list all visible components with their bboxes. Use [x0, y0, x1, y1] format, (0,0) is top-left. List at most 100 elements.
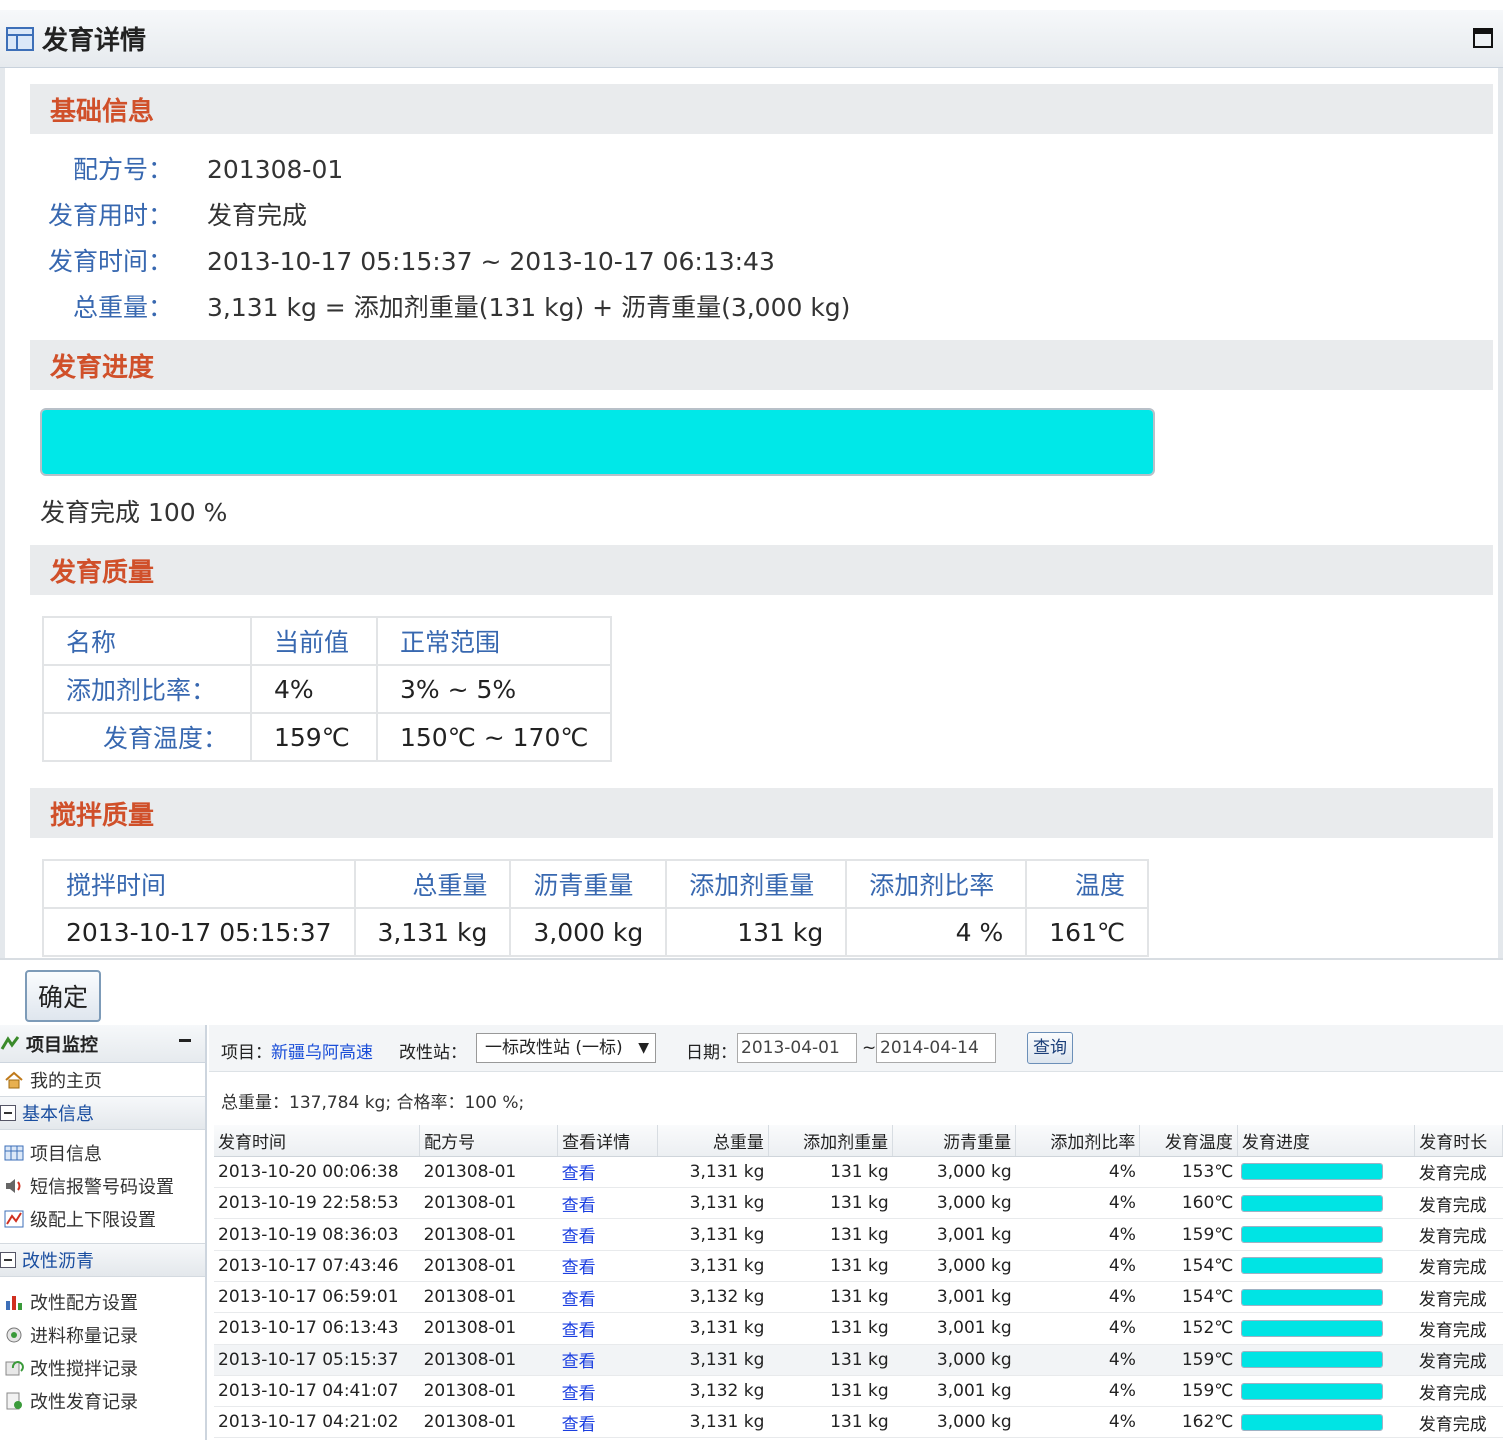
info-value: 201308-01 [207, 155, 344, 184]
row-progress-fill [1242, 1352, 1383, 1368]
view-detail-link[interactable]: 查看 [562, 1352, 596, 1372]
dialog-body: 基础信息 配方号： 201308-01 发育用时： 发育完成 发育时间： 201… [0, 68, 1503, 958]
collapse-icon[interactable] [179, 1039, 191, 1042]
table-cell: 131 kg [768, 1406, 893, 1439]
table-cell: 160℃ [1139, 1187, 1238, 1220]
section-basic-title: 基础信息 [50, 96, 155, 127]
table-row[interactable]: 2013-10-17 06:13:43 201308-01 查看 3,131 kg 13… [214, 1312, 1503, 1345]
column-header[interactable]: 发育温度 [1139, 1125, 1238, 1157]
table-header-cell: 总重量 [353, 859, 512, 909]
filter-toolbar: 项目： 新疆乌阿高速 改性站： 一标改性站 (一标) ▼ 日期： 2013-04… [209, 1025, 1503, 1072]
sidebar-group-modified-asphalt[interactable]: 改性沥青 [0, 1243, 205, 1277]
project-link[interactable]: 新疆乌阿高速 [271, 1038, 373, 1063]
table-cell: 2013-10-17 07:43:46 [214, 1250, 420, 1282]
table-cell: 2013-10-17 05:15:37 [214, 1344, 420, 1376]
date-from-input[interactable]: 2013-04-01 [737, 1033, 857, 1063]
table-row[interactable]: 2013-10-19 08:36:03 201308-01 查看 3,131 kg 13… [214, 1218, 1503, 1251]
maximize-icon[interactable] [1473, 28, 1493, 48]
sidebar-item-development-records[interactable]: 改性发育记录 [0, 1384, 205, 1417]
table-row[interactable]: 2013-10-19 22:58:53 201308-01 查看 3,131 kg 13… [214, 1187, 1503, 1220]
column-header[interactable]: 沥青重量 [892, 1125, 1017, 1157]
sidebar-group-label: 基本信息 [22, 1104, 94, 1125]
sidebar-item-project-info[interactable]: 项目信息 [0, 1136, 205, 1169]
table-row[interactable]: 2013-10-17 04:41:07 201308-01 查看 3,132 kg 13… [214, 1375, 1503, 1408]
view-detail-link[interactable]: 查看 [562, 1290, 596, 1310]
table-cell: 3,131 kg [657, 1218, 769, 1251]
row-progress-fill [1242, 1289, 1383, 1305]
scale-icon [4, 1326, 24, 1344]
view-cell: 查看 [557, 1281, 658, 1314]
table-cell: 3,001 kg [892, 1375, 1016, 1408]
progress-fill [42, 410, 1153, 474]
column-header[interactable]: 总重量 [657, 1125, 769, 1157]
column-header[interactable]: 发育进度 [1237, 1125, 1416, 1157]
sidebar-group-basic[interactable]: 基本信息 [0, 1096, 205, 1130]
view-detail-link[interactable]: 查看 [562, 1258, 596, 1278]
table-cell: 131 kg [768, 1218, 893, 1251]
station-select-value: 一标改性站 (一标) [485, 1038, 623, 1058]
view-detail-link[interactable]: 查看 [562, 1384, 596, 1404]
table-cell: 201308-01 [419, 1187, 558, 1220]
ok-button[interactable]: 确定 [25, 970, 101, 1022]
column-header[interactable]: 发育时长 [1414, 1125, 1503, 1157]
row-progress-bar [1241, 1226, 1384, 1244]
table-header-row: 搅拌时间 总重量 沥青重量 添加剂重量 添加剂比率 温度 [42, 859, 1150, 909]
view-detail-link[interactable]: 查看 [562, 1415, 596, 1435]
date-to-input[interactable]: 2014-04-14 [876, 1033, 996, 1063]
table-cell: 发育温度： [42, 712, 252, 762]
collapse-box-icon [0, 1252, 16, 1268]
table-cell: 3,131 kg [657, 1406, 769, 1439]
progress-cell [1237, 1406, 1415, 1439]
table-cell: 2013-10-17 06:59:01 [214, 1281, 420, 1314]
table-row[interactable]: 2013-10-17 05:15:37 201308-01 查看 3,131 kg 13… [214, 1344, 1503, 1376]
view-detail-link[interactable]: 查看 [562, 1164, 596, 1184]
column-header[interactable]: 添加剂重量 [768, 1125, 894, 1157]
row-progress-bar [1241, 1194, 1384, 1212]
table-cell: 3,000 kg [892, 1156, 1016, 1189]
column-header[interactable]: 添加剂比率 [1015, 1125, 1141, 1157]
dropdown-arrow-icon: ▼ [638, 1040, 649, 1056]
sidebar-item-formula-settings[interactable]: 改性配方设置 [0, 1285, 205, 1318]
station-select[interactable]: 一标改性站 (一标) ▼ [476, 1033, 656, 1063]
view-cell: 查看 [557, 1344, 658, 1376]
view-detail-link[interactable]: 查看 [562, 1321, 596, 1341]
table-cell: 201308-01 [419, 1312, 558, 1345]
quality-table: 名称 当前值 正常范围 添加剂比率： 4% 3% ~ 5% 发育温度： 159℃… [42, 616, 613, 762]
table-row[interactable]: 2013-10-20 00:06:38 201308-01 查看 3,131 kg 13… [214, 1156, 1503, 1189]
table-row[interactable]: 2013-10-17 07:43:46 201308-01 查看 3,131 kg 13… [214, 1250, 1503, 1282]
table-cell: 发育完成 [1414, 1156, 1503, 1189]
row-progress-bar [1241, 1382, 1384, 1400]
sidebar-item-sms-alarm[interactable]: 短信报警号码设置 [0, 1169, 205, 1202]
table-cell: 4% [1015, 1218, 1140, 1251]
table-cell: 153℃ [1139, 1156, 1238, 1189]
table-icon [6, 26, 34, 51]
sidebar-item-grading-limits[interactable]: 级配上下限设置 [0, 1202, 205, 1235]
table-cell: 131 kg [768, 1250, 893, 1282]
table-row[interactable]: 2013-10-17 04:21:02 201308-01 查看 3,131 kg 13… [214, 1406, 1503, 1439]
table-cell: 3,131 kg [657, 1156, 769, 1189]
column-header[interactable]: 配方号 [419, 1125, 559, 1157]
table-header-row: 发育时间 配方号 查看详情 总重量 添加剂重量 沥青重量 添加剂比率 发育温度 … [214, 1125, 1503, 1157]
table-cell: 3,131 kg [353, 907, 512, 957]
date-separator: ~ [862, 1038, 877, 1058]
table-header-row: 名称 当前值 正常范围 [42, 616, 613, 666]
info-row-duration: 发育用时： 发育完成 [45, 196, 307, 232]
table-cell: 4% [1015, 1406, 1140, 1439]
view-detail-link[interactable]: 查看 [562, 1196, 596, 1216]
table-cell: 201308-01 [419, 1218, 558, 1251]
sidebar-item-home[interactable]: 我的主页 [0, 1063, 205, 1096]
table-cell: 131 kg [768, 1281, 893, 1314]
query-button[interactable]: 查询 [1027, 1032, 1073, 1064]
row-progress-bar [1241, 1413, 1384, 1431]
info-row-formula: 配方号： 201308-01 [45, 150, 343, 186]
table-row[interactable]: 2013-10-17 06:59:01 201308-01 查看 3,132 kg 13… [214, 1281, 1503, 1314]
column-header[interactable]: 发育时间 [214, 1125, 421, 1157]
table-cell: 201308-01 [419, 1344, 558, 1376]
table-row: 2013-10-17 05:15:37 3,131 kg 3,000 kg 13… [42, 907, 1150, 957]
view-detail-link[interactable]: 查看 [562, 1227, 596, 1247]
sidebar-item-feed-weighing[interactable]: 进料称量记录 [0, 1318, 205, 1351]
table-cell: 4% [1015, 1156, 1140, 1189]
progress-text: 发育完成 100 % [40, 493, 227, 529]
column-header[interactable]: 查看详情 [557, 1125, 658, 1157]
sidebar-item-mix-records[interactable]: 改性搅拌记录 [0, 1351, 205, 1384]
